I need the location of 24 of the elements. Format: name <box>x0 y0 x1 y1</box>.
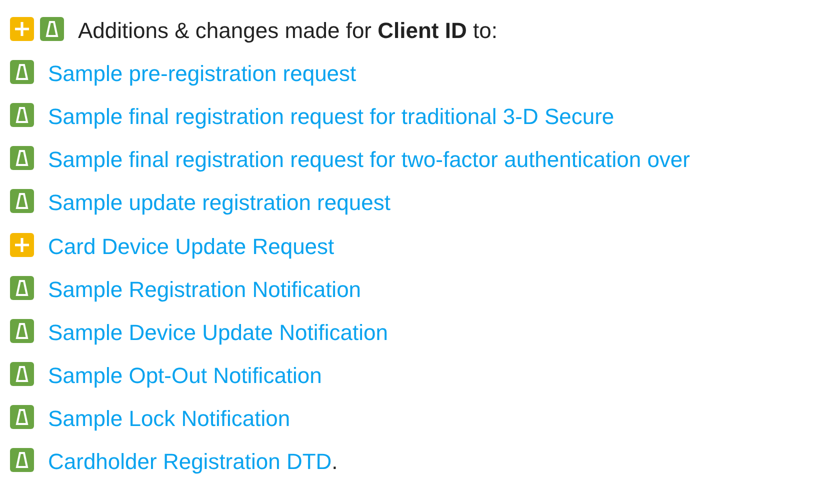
document-link[interactable]: Sample final registration request for traditional 3-D Secure <box>48 104 614 130</box>
delta-icon <box>10 362 34 386</box>
period-text: . <box>332 449 338 476</box>
delta-icon <box>10 448 34 472</box>
delta-icon <box>10 276 34 300</box>
document-link[interactable]: Sample Registration Notification <box>48 276 362 303</box>
document-link[interactable]: Sample pre-registration request <box>48 60 356 87</box>
document-link[interactable]: Sample final registration request for two-factor authentication over <box>48 147 690 174</box>
plus-icon <box>10 16 34 41</box>
delta-icon <box>10 102 34 127</box>
delta-icon <box>10 189 34 214</box>
document-link[interactable]: Card Device Update Request <box>48 234 334 260</box>
document-link[interactable]: Sample Lock Notification <box>48 406 290 432</box>
document-link[interactable]: Sample Opt-Out Notification <box>48 363 322 390</box>
plus-icon <box>10 232 34 257</box>
delta-icon <box>10 405 34 430</box>
intro-text: Additions & changes made for Client ID to: <box>78 18 498 44</box>
document-link[interactable]: Sample Device Update Notification <box>48 320 388 346</box>
document-link[interactable]: Sample update registration request <box>48 190 390 216</box>
delta-icon <box>10 146 34 170</box>
delta-icon <box>40 16 64 41</box>
delta-icon <box>10 60 34 84</box>
delta-icon <box>10 318 34 343</box>
document-link[interactable]: Cardholder Registration DTD <box>48 449 332 476</box>
